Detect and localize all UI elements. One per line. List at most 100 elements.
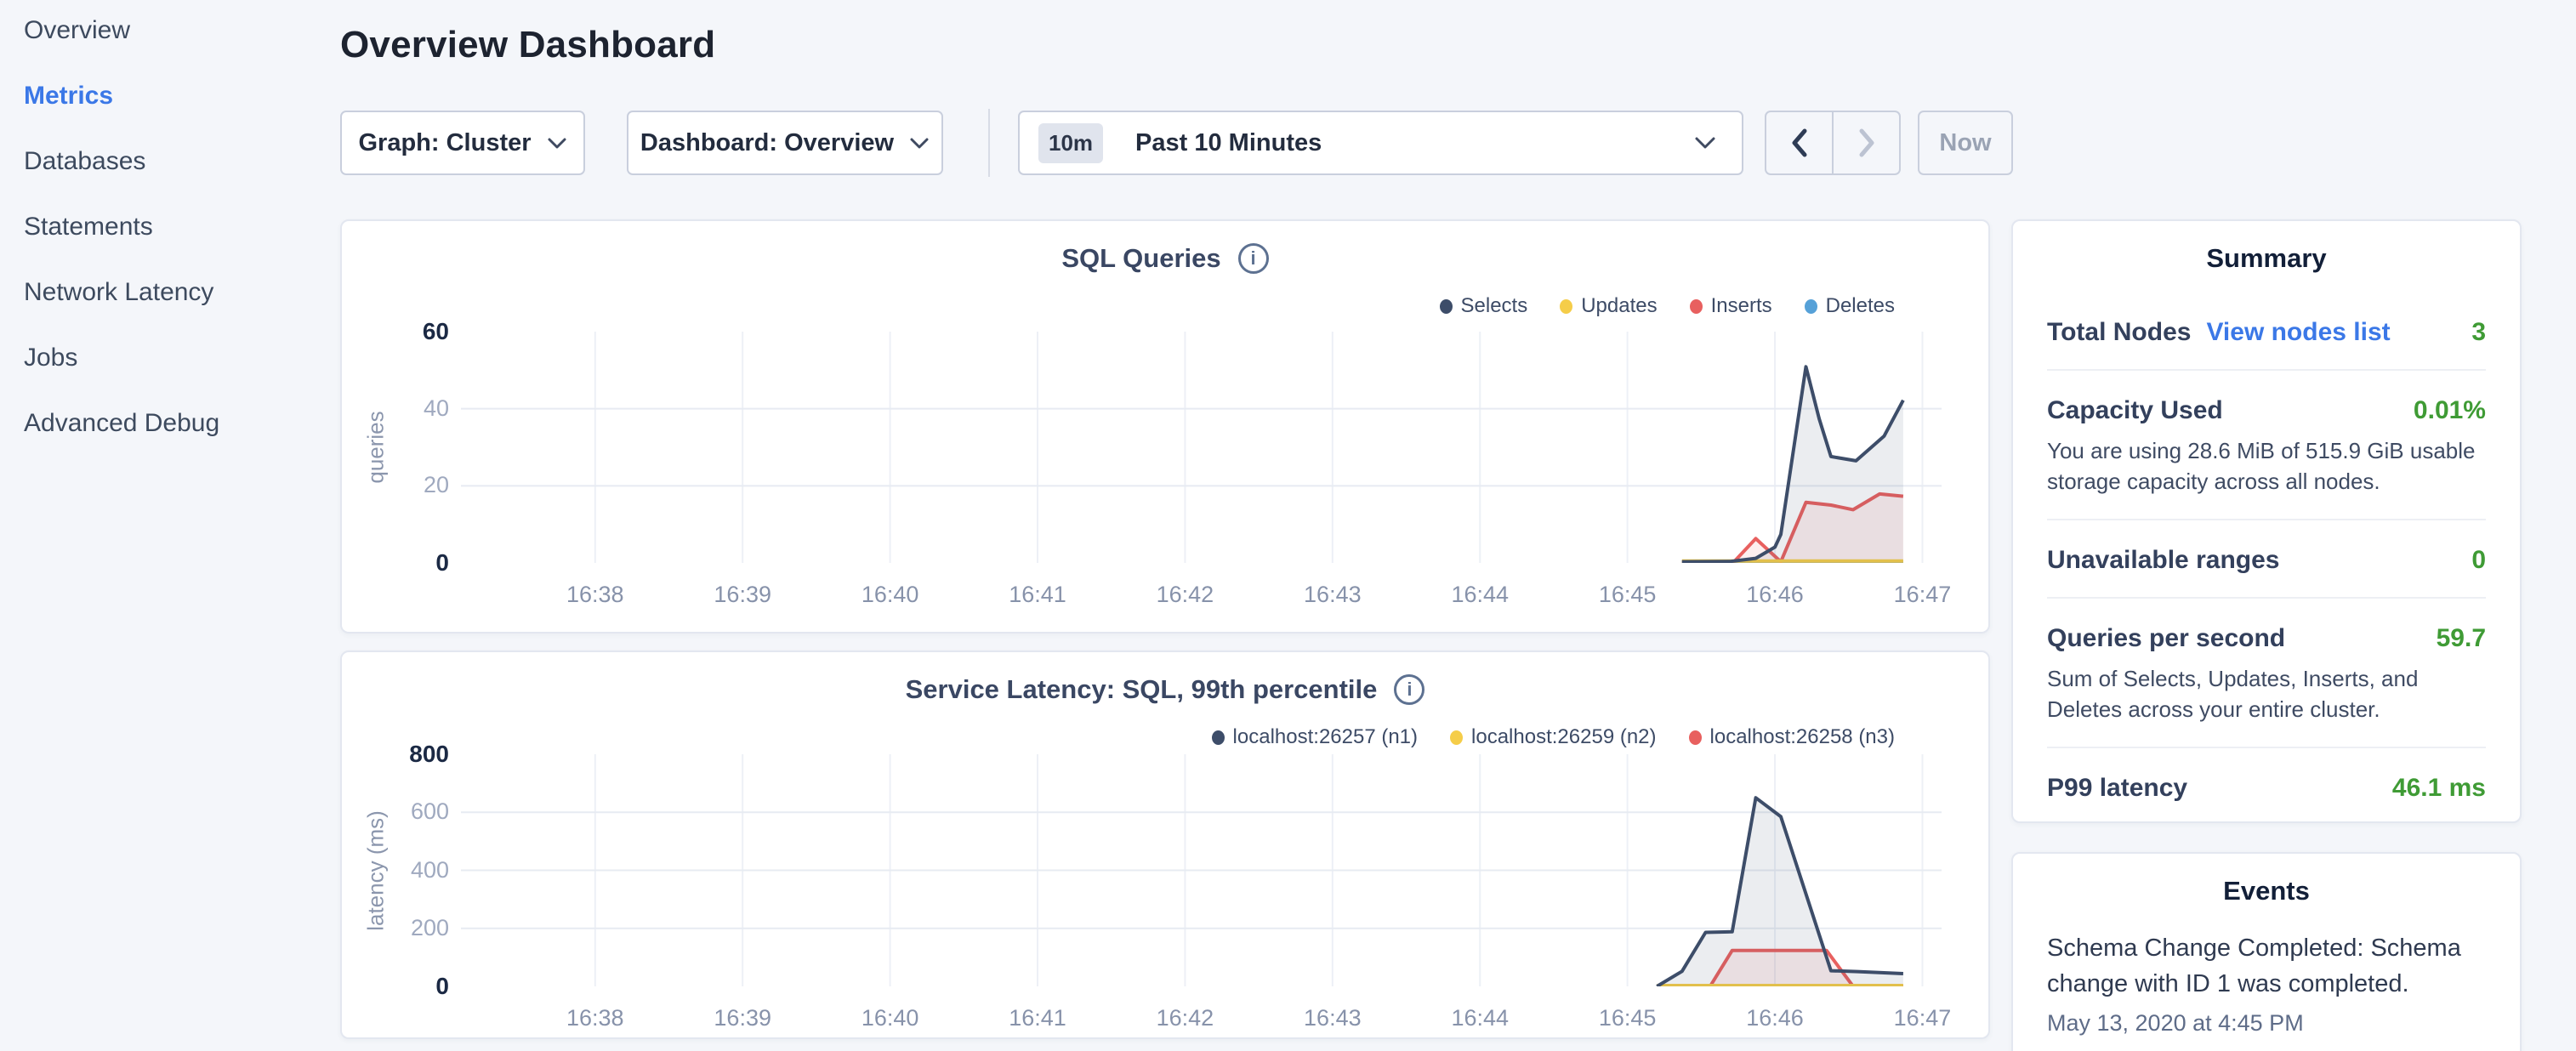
legend-item-updates[interactable]: Updates	[1560, 294, 1657, 318]
legend-item-localhost-26259-n2[interactable]: localhost:26259 (n2)	[1450, 725, 1656, 749]
chart-title: SQL Queries	[1061, 243, 1220, 274]
toolbar-divider	[988, 109, 990, 177]
now-button[interactable]: Now	[1918, 111, 2013, 175]
legend-item-localhost-26257-n1[interactable]: localhost:26257 (n1)	[1212, 725, 1418, 749]
chevron-down-icon	[909, 137, 930, 150]
summary-row-label: P99 latency	[2047, 774, 2187, 803]
y-tick-label: 20	[354, 472, 449, 498]
events-title: Events	[2013, 854, 2520, 906]
time-range-label: Past 10 Minutes	[1135, 129, 1322, 157]
events-panel: Events Schema Change Completed: Schema c…	[2011, 852, 2522, 1051]
legend-dot	[1450, 730, 1463, 745]
graph-dropdown[interactable]: Graph: Cluster	[340, 111, 585, 175]
summary-row-head: P99 latency 46.1 ms	[2047, 774, 2486, 803]
x-tick-label: 16:46	[1715, 1005, 1834, 1031]
dashboard-dropdown[interactable]: Dashboard: Overview	[627, 111, 943, 175]
x-tick-label: 16:42	[1125, 582, 1244, 608]
chart-title-row: Service Latency: SQL, 99th percentile i	[342, 674, 1988, 705]
time-pager	[1765, 111, 1901, 175]
y-tick-label: 40	[354, 395, 449, 422]
x-tick-label: 16:38	[536, 582, 655, 608]
legend-label: Updates	[1581, 294, 1657, 318]
chart-plot	[461, 332, 1942, 563]
legend-item-selects[interactable]: Selects	[1440, 294, 1528, 318]
sidebar-item-statements[interactable]: Statements	[24, 213, 219, 240]
legend-item-deletes[interactable]: Deletes	[1805, 294, 1895, 318]
x-tick-label: 16:39	[683, 582, 802, 608]
legend-item-inserts[interactable]: Inserts	[1690, 294, 1772, 318]
app-root: Overview Metrics Databases Statements Networ…	[0, 0, 2576, 1051]
legend-item-localhost-26258-n3[interactable]: localhost:26258 (n3)	[1689, 725, 1895, 749]
summary-row-queries-per-second: Queries per second59.7 Sum of Selects, Up…	[2047, 599, 2486, 748]
y-tick-label: 0	[354, 973, 449, 1000]
summary-row-value: 0	[2471, 546, 2486, 575]
legend-dot	[1440, 299, 1453, 314]
x-tick-label: 16:40	[831, 1005, 950, 1031]
x-tick-label: 16:44	[1420, 582, 1539, 608]
x-tick-label: 16:45	[1568, 1005, 1687, 1031]
legend-label: localhost:26258 (n3)	[1710, 725, 1895, 749]
page-title: Overview Dashboard	[340, 24, 715, 66]
series-area-localhost-26257-n1	[1657, 798, 1903, 986]
summary-row-total-nodes: Total NodesView nodes list3	[2047, 293, 2486, 371]
summary-row-value: 0.01%	[2414, 396, 2486, 425]
summary-row-head: Queries per second59.7	[2047, 624, 2486, 653]
time-next-button[interactable]	[1832, 112, 1899, 173]
summary-row-label: Capacity Used	[2047, 396, 2223, 425]
events-list: Schema Change Completed: Schema change w…	[2013, 930, 2520, 1037]
info-icon[interactable]: i	[1238, 243, 1269, 274]
y-tick-label: 200	[354, 915, 449, 941]
view-nodes-list-link[interactable]: View nodes list	[2206, 318, 2390, 347]
sql-queries-chart-card: SQL Queries i Selects Updates Inserts Delet…	[340, 219, 1990, 633]
sidebar-item-advanced-debug[interactable]: Advanced Debug	[24, 410, 219, 436]
summary-row-value: 3	[2471, 318, 2486, 347]
x-tick-label: 16:41	[978, 582, 1097, 608]
chevron-left-icon	[1790, 128, 1809, 157]
summary-row-value: 59.7	[2437, 624, 2486, 653]
sidebar-item-databases[interactable]: Databases	[24, 148, 219, 174]
chart-plot	[461, 754, 1942, 986]
sidebar-item-jobs[interactable]: Jobs	[24, 344, 219, 371]
time-prev-button[interactable]	[1766, 112, 1832, 173]
sidebar: Overview Metrics Databases Statements Networ…	[24, 17, 219, 436]
x-tick-label: 16:45	[1568, 582, 1687, 608]
y-tick-label: 600	[354, 798, 449, 825]
legend-dot	[1690, 299, 1703, 314]
summary-row-unavailable-ranges: Unavailable ranges0	[2047, 520, 2486, 599]
x-tick-label: 16:43	[1273, 582, 1392, 608]
legend-label: Selects	[1461, 294, 1528, 318]
sidebar-item-overview[interactable]: Overview	[24, 17, 219, 43]
summary-row-p99-latency: P99 latency 46.1 ms	[2047, 748, 2486, 825]
summary-row-head: Capacity Used 0.01%	[2047, 396, 2486, 425]
sidebar-item-network-latency[interactable]: Network Latency	[24, 279, 219, 305]
legend-dot	[1689, 730, 1702, 745]
y-tick-label: 800	[354, 741, 449, 768]
summary-row-capacity-used: Capacity Used 0.01% You are using 28.6 MiB…	[2047, 371, 2486, 520]
summary-row-head: Unavailable ranges0	[2047, 546, 2486, 575]
info-icon[interactable]: i	[1394, 674, 1424, 705]
chart-title: Service Latency: SQL, 99th percentile	[906, 674, 1378, 705]
time-range-selector[interactable]: 10m Past 10 Minutes	[1018, 111, 1743, 175]
x-tick-label: 16:43	[1273, 1005, 1392, 1031]
x-tick-label: 16:38	[536, 1005, 655, 1031]
x-tick-label: 16:40	[831, 582, 950, 608]
graph-dropdown-label: Graph: Cluster	[358, 129, 531, 157]
summary-row-subtext: Sum of Selects, Updates, Inserts, and De…	[2047, 663, 2486, 724]
chevron-right-icon	[1857, 128, 1876, 157]
y-tick-label: 60	[354, 318, 449, 345]
sidebar-item-metrics[interactable]: Metrics	[24, 82, 219, 109]
summary-panel: Summary Total NodesView nodes list3Capac…	[2011, 219, 2522, 823]
legend-label: localhost:26259 (n2)	[1471, 725, 1656, 749]
x-tick-label: 16:42	[1125, 1005, 1244, 1031]
x-tick-label: 16:46	[1715, 582, 1834, 608]
chevron-down-icon	[547, 137, 567, 150]
x-tick-label: 16:44	[1420, 1005, 1539, 1031]
event-timestamp: May 13, 2020 at 4:45 PM	[2047, 1010, 2486, 1037]
summary-rows: Total NodesView nodes list3Capacity Used…	[2013, 293, 2520, 825]
chart-title-row: SQL Queries i	[342, 243, 1988, 274]
legend-label: Deletes	[1826, 294, 1895, 318]
x-tick-label: 16:47	[1862, 1005, 1982, 1031]
summary-row-value: 46.1 ms	[2392, 774, 2486, 803]
summary-row-subtext: You are using 28.6 MiB of 515.9 GiB usab…	[2047, 435, 2486, 497]
x-tick-label: 16:41	[978, 1005, 1097, 1031]
